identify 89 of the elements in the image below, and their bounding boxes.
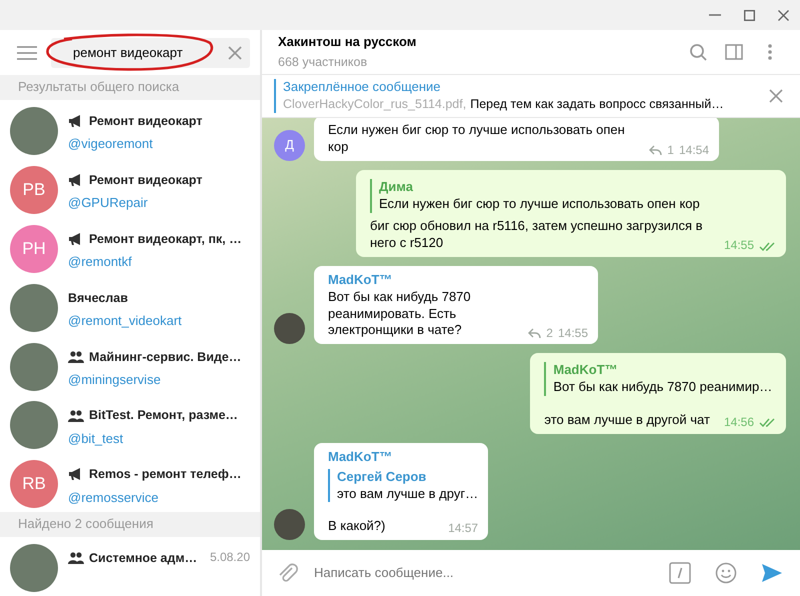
search-result[interactable]: Ремонт видеокарт @vigeoremont [0, 100, 260, 159]
people-icon [68, 410, 84, 422]
close-icon [778, 10, 788, 20]
quoted-author: Дима [379, 179, 414, 196]
message-time: 14:55 [724, 238, 754, 254]
smiley-icon [715, 562, 737, 584]
close-icon [769, 89, 783, 103]
maximize-icon [744, 10, 754, 20]
search-result[interactable]: RB Remos - ремонт телеф… @remosservice [0, 453, 260, 512]
message-time: 14:55 [558, 326, 588, 342]
chat-name: Ремонт видеокарт [89, 113, 202, 130]
username: @miningservise [68, 372, 162, 389]
search-field[interactable]: ремонт видеокарт [51, 38, 250, 68]
avatar: PB [10, 166, 58, 214]
chat-name: Ремонт видеокарт [89, 172, 202, 188]
message-text: Если нужен биг сюр то лучше использовать опен кор [328, 122, 626, 156]
pinned-message[interactable]: Закреплённое сообщение CloverHackyColor_rus_5114.pdf, Перед тем как задать вопросс связанный… [274, 79, 758, 113]
double-check-icon [759, 418, 776, 428]
reply-icon [649, 144, 662, 156]
search-result[interactable]: Системное адм… 5.08.20 [0, 537, 260, 596]
quoted-author: MadKoT™ [553, 362, 619, 380]
quoted-message[interactable]: Дима Если нужен биг сюр то лучше использовать опен кор [370, 179, 776, 214]
search-result[interactable]: BitTest. Ремонт, разме… @bit_test [0, 394, 260, 454]
message-author: MadKoT™ [328, 448, 394, 466]
search-result[interactable]: Вячеслав @remont_videokart [0, 276, 260, 336]
avatar-photo [274, 509, 305, 540]
quoted-message[interactable]: MadKoT™ Вот бы как нибудь 7870 реанимир… [544, 362, 776, 396]
pinned-text: Перед тем как задать вопросс связанный… [470, 96, 724, 113]
double-check-icon [759, 242, 776, 250]
message-text: это вам лучше в другой чат [544, 412, 710, 429]
search-result[interactable]: PB Ремонт видеокарт @GPURepair [0, 158, 260, 218]
more-icon [768, 44, 772, 60]
message-text: биг сюр обновил на r5116, затем успешно загрузился в него с r5120 [370, 218, 704, 252]
chat-name: Майнинг-сервис. Виде… [89, 348, 242, 365]
people-icon [68, 552, 84, 564]
chat-name: BitTest. Ремонт, разме… [89, 407, 238, 424]
avatar-photo [10, 544, 58, 592]
minimize-icon [709, 14, 721, 16]
message-time: 14:54 [678, 142, 709, 158]
sidebar-icon [725, 44, 743, 60]
clear-button[interactable] [226, 44, 244, 62]
menu-icon [17, 46, 37, 60]
message-time: 14:56 [724, 415, 754, 431]
avatar-photo [274, 313, 305, 344]
avatar-photo [10, 401, 58, 450]
message-text: Вот бы как нибудь 7870 реанимировать. Есть электронщики в чате? [328, 288, 472, 340]
username: @bit_test [68, 430, 124, 448]
avatar: Д [274, 130, 305, 162]
file-name: CloverHackyColor_rus_5114.pdf, [283, 96, 466, 113]
paperclip-icon [278, 563, 298, 583]
username: @GPURepair [68, 195, 149, 212]
member-count: 668 участников [278, 54, 368, 70]
reply-count: 1 [667, 142, 674, 158]
chat-name: Ремонт видеокарт, пк, … [89, 230, 242, 247]
people-icon [68, 350, 84, 363]
message-author: MadKoT™ [328, 272, 394, 289]
chat-name: Вячеслав [68, 290, 128, 306]
search-icon [689, 43, 707, 61]
quoted-message[interactable]: Сергей Серов это вам лучше в друг… [328, 468, 478, 502]
slash-command-icon [669, 562, 691, 584]
date: 5.08.20 [210, 550, 250, 566]
avatar: RB [10, 460, 58, 508]
quoted-author: Сергей Серов [337, 468, 428, 486]
section-header: Результаты общего поиска [0, 75, 260, 100]
avatar-photo [10, 342, 58, 390]
quoted-text: Вот бы как нибудь 7870 реанимир… [553, 379, 774, 396]
reply-count: 2 [546, 326, 553, 342]
section-header: Найдено 2 сообщения [0, 512, 260, 538]
chat-title: Хакинтош на русском [278, 34, 418, 51]
chat-name: Remos - ремонт телеф… [89, 466, 242, 482]
reply-icon [528, 328, 542, 340]
search-result[interactable]: Майнинг-сервис. Виде… @miningservise [0, 336, 260, 394]
send-icon [761, 562, 783, 584]
message-time: 14:57 [448, 521, 478, 537]
pinned-label: Закреплённое сообщение [283, 79, 442, 96]
username: @vigeoremont [68, 136, 154, 154]
close-icon [228, 46, 242, 60]
message-input[interactable]: Написать сообщение... [312, 564, 652, 582]
message-text: В какой?) [328, 518, 386, 535]
username: @remosservice [68, 490, 160, 506]
avatar: PH [10, 224, 58, 273]
username: @remontkf [68, 254, 133, 271]
quoted-text: Если нужен биг сюр то лучше использовать опен кор [379, 196, 701, 214]
avatar-photo [10, 284, 58, 332]
search-result[interactable]: PH Ремонт видеокарт, пк, … @remontkf [0, 218, 260, 277]
quoted-text: это вам лучше в друг… [337, 486, 478, 502]
chat-name: Системное адм… [89, 550, 198, 566]
avatar-photo [10, 107, 58, 155]
username: @remont_videokart [68, 312, 183, 330]
